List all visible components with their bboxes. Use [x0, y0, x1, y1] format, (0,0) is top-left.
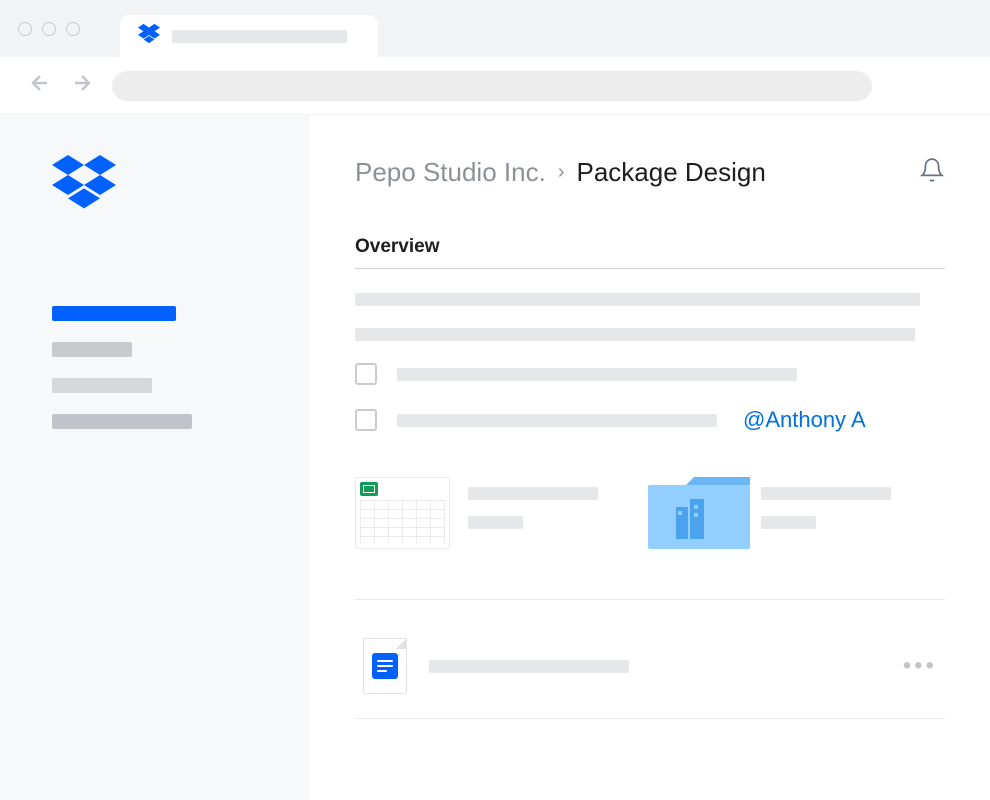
spreadsheet-icon — [355, 477, 450, 549]
window-controls — [18, 22, 80, 36]
checklist-item — [355, 363, 945, 385]
header: Pepo Studio Inc. › Package Design — [355, 157, 945, 188]
chevron-right-icon: › — [558, 161, 565, 184]
breadcrumb-parent[interactable]: Pepo Studio Inc. — [355, 157, 546, 188]
window-maximize-button[interactable] — [66, 22, 80, 36]
overview-text-line — [355, 328, 915, 341]
attachment-detail — [761, 516, 816, 529]
overview-body: @Anthony A — [355, 293, 945, 433]
divider — [355, 599, 945, 600]
more-actions-button[interactable]: ••• — [903, 652, 937, 680]
forward-button[interactable] — [70, 71, 94, 100]
tab-bar — [0, 0, 990, 57]
sidebar-item[interactable] — [52, 378, 152, 393]
attachment-name — [468, 487, 598, 500]
app-container: Pepo Studio Inc. › Package Design Overvi… — [0, 115, 990, 800]
attachments-row — [355, 477, 945, 549]
nav-bar — [0, 57, 990, 115]
checklist-label — [397, 368, 797, 381]
sidebar-item-active[interactable] — [52, 306, 176, 321]
document-icon — [363, 638, 407, 694]
section-title: Overview — [355, 236, 945, 269]
browser-tab-active[interactable] — [120, 15, 378, 57]
window-minimize-button[interactable] — [42, 22, 56, 36]
attachment-meta — [468, 477, 598, 529]
attachment-meta — [761, 477, 891, 529]
browser-tab-inactive[interactable] — [378, 15, 428, 57]
sidebar-item[interactable] — [52, 414, 192, 429]
attachment-card-spreadsheet[interactable] — [355, 477, 598, 549]
overview-text-line — [355, 293, 920, 306]
browser-chrome — [0, 0, 990, 115]
tab-title — [172, 30, 347, 43]
sidebar — [0, 115, 310, 800]
notifications-button[interactable] — [919, 157, 945, 188]
checkbox[interactable] — [355, 409, 377, 431]
sidebar-nav — [52, 306, 258, 429]
back-button[interactable] — [28, 71, 52, 100]
main-content: Pepo Studio Inc. › Package Design Overvi… — [310, 115, 990, 800]
file-name — [429, 660, 629, 673]
attachment-name — [761, 487, 891, 500]
checklist-item: @Anthony A — [355, 407, 945, 433]
checklist-label — [397, 414, 717, 427]
file-row[interactable]: ••• — [355, 630, 945, 719]
dropbox-icon — [138, 24, 160, 49]
sidebar-item[interactable] — [52, 342, 132, 357]
breadcrumb: Pepo Studio Inc. › Package Design — [355, 157, 766, 188]
checkbox[interactable] — [355, 363, 377, 385]
url-bar[interactable] — [112, 71, 872, 101]
folder-icon — [648, 477, 743, 549]
attachment-detail — [468, 516, 523, 529]
window-close-button[interactable] — [18, 22, 32, 36]
user-mention[interactable]: @Anthony A — [743, 407, 866, 433]
breadcrumb-current: Package Design — [576, 157, 765, 188]
attachment-card-folder[interactable] — [648, 477, 891, 549]
dropbox-logo[interactable] — [52, 155, 258, 216]
